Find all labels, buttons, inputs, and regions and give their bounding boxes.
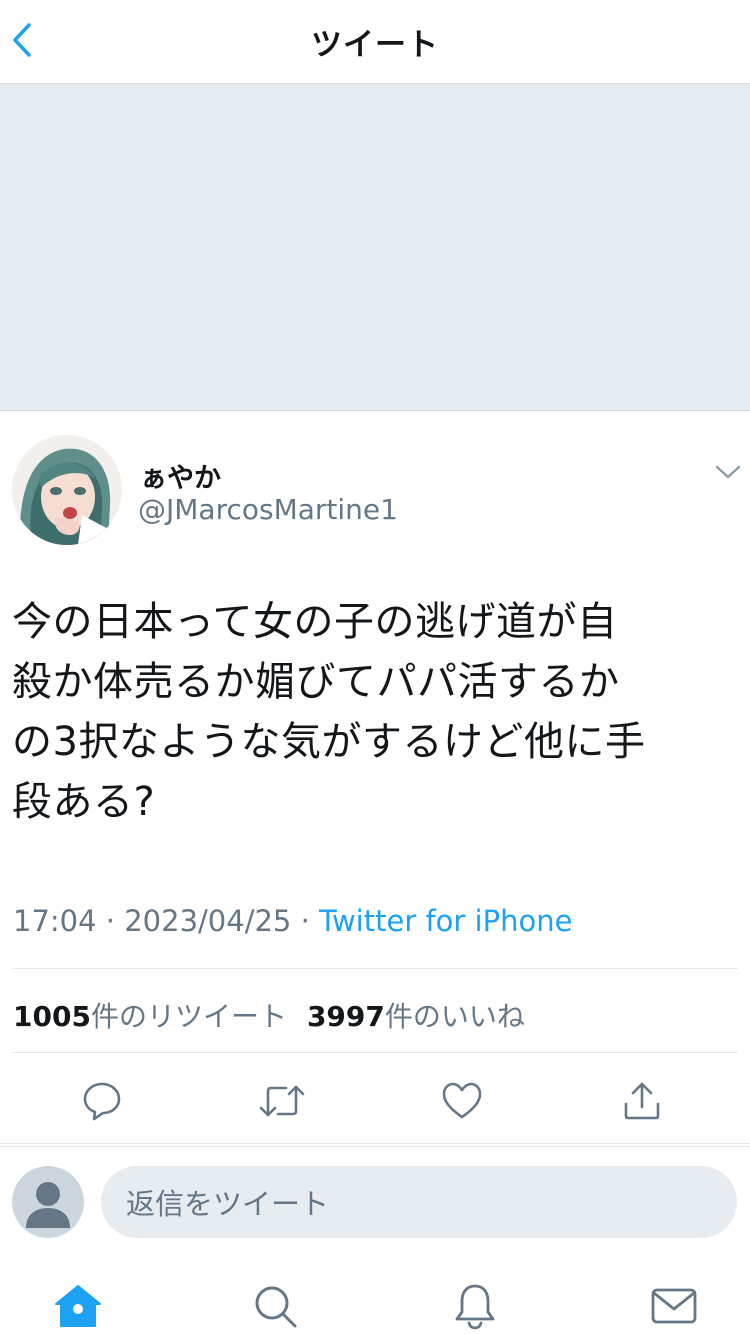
retweet-stat[interactable]: 1005件のリツイート: [13, 1000, 287, 1033]
chevron-down-icon: [715, 465, 741, 479]
tweet-text-line: 今の日本って女の子の逃げ道が自: [12, 599, 618, 645]
tweet-meta: 17:04 · 2023/04/25 · Twitter for iPhone: [13, 904, 572, 938]
retweet-icon: [259, 1085, 305, 1117]
like-button[interactable]: [437, 1076, 487, 1126]
meta-separator: ·: [300, 904, 310, 938]
avatar-illustration: [12, 435, 122, 545]
tab-notifications[interactable]: [449, 1280, 501, 1332]
reply-input[interactable]: 返信をツイート: [101, 1166, 737, 1238]
search-icon: [255, 1286, 297, 1328]
retweet-label: 件のリツイート: [90, 1000, 287, 1033]
meta-separator: ·: [105, 904, 116, 938]
tweet-stats: 1005件のリツイート 3997件のいいね: [13, 995, 525, 1035]
page-title: ツイート: [311, 27, 439, 63]
home-icon: [55, 1285, 101, 1327]
like-icon: [442, 1082, 482, 1119]
author-username[interactable]: @JMarcosMartine1: [138, 493, 398, 526]
divider: [12, 968, 738, 969]
retweet-button[interactable]: [257, 1076, 307, 1126]
tweet-date: 2023/04/25: [124, 904, 292, 938]
like-stat[interactable]: 3997件のいいね: [307, 1000, 525, 1033]
reply-icon: [83, 1082, 121, 1121]
retweet-count: 1005: [13, 1000, 91, 1033]
tweet-source-link[interactable]: Twitter for iPhone: [319, 904, 572, 938]
notifications-icon: [455, 1284, 495, 1330]
tweet-media-placeholder[interactable]: [0, 84, 750, 411]
share-icon: [624, 1082, 660, 1120]
tweet-text-line: 段ある?: [12, 779, 156, 825]
tab-messages[interactable]: [648, 1280, 700, 1332]
like-count: 3997: [306, 1000, 385, 1033]
tweet-options-button[interactable]: [708, 457, 748, 487]
messages-icon: [651, 1288, 697, 1324]
author-display-name[interactable]: ぁやか: [140, 456, 221, 495]
tab-search[interactable]: [249, 1280, 301, 1332]
share-button[interactable]: [617, 1076, 667, 1126]
author-avatar[interactable]: [12, 435, 122, 545]
tweet-text-line: の3択なような気がするけど他に手: [12, 719, 646, 765]
current-user-avatar[interactable]: [12, 1166, 84, 1238]
tweet-text: 今の日本って女の子の逃げ道が自 殺か体売るか媚びてパパ活するか の3択なような気…: [12, 592, 747, 832]
divider: [12, 1052, 738, 1053]
tweet-text-line: 殺か体売るか媚びてパパ活するか: [12, 659, 620, 705]
tweet-time: 17:04: [13, 904, 97, 938]
default-avatar-icon: [26, 1182, 70, 1228]
like-label: 件のいいね: [384, 1000, 525, 1033]
reply-button[interactable]: [77, 1076, 127, 1126]
tab-home[interactable]: [52, 1280, 104, 1332]
